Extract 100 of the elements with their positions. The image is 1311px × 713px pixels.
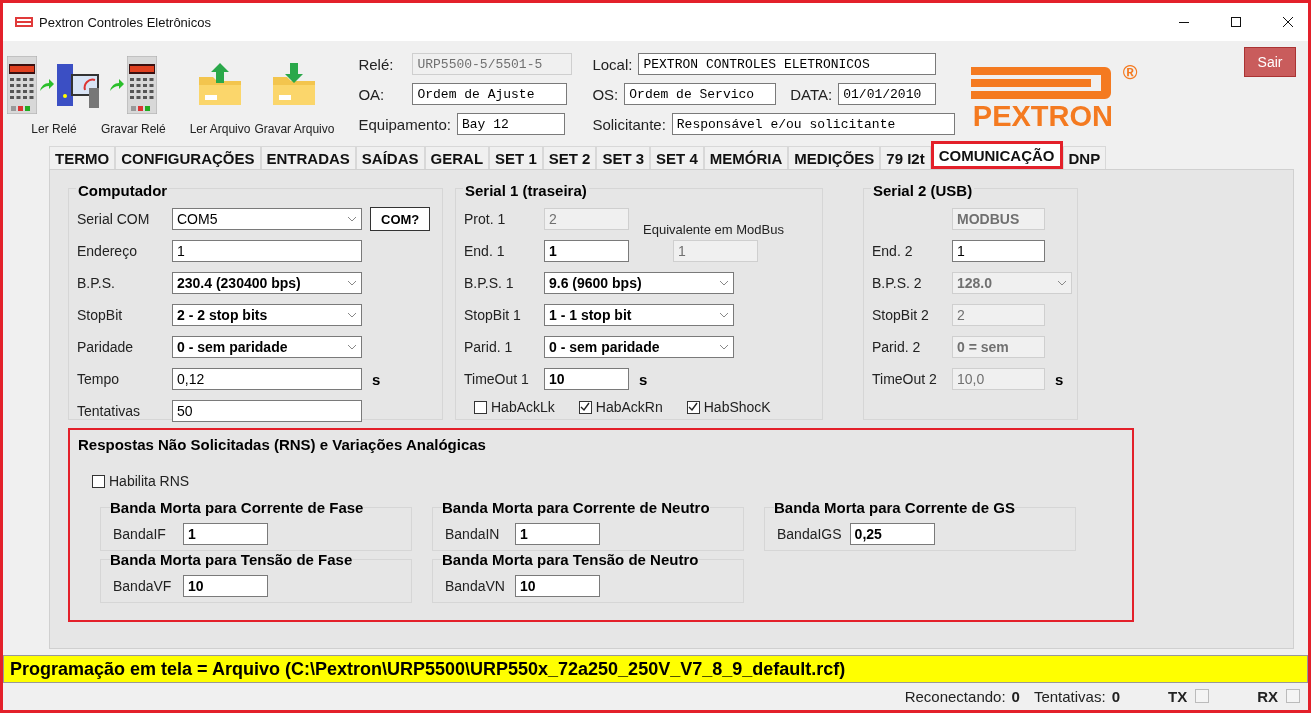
field-label: Parid. 1 [464, 339, 514, 355]
checkbox[interactable] [578, 400, 592, 414]
dropdown[interactable]: 2 - 2 stop bits [172, 304, 362, 326]
checkbox[interactable] [686, 400, 700, 414]
unit-label: s [1055, 370, 1064, 388]
text-field[interactable]: Bay 12 [457, 113, 565, 135]
field-label: Local: [592, 55, 633, 73]
text-field[interactable]: 1 [544, 240, 629, 262]
text-field[interactable]: Ordem de Servico [624, 83, 777, 105]
dropdown[interactable]: 1 - 1 stop bit [544, 304, 734, 326]
maximize-icon[interactable] [1230, 16, 1242, 28]
field-label: Paridade [77, 339, 135, 355]
chevron-down-icon [1057, 280, 1067, 286]
group-title: Banda Morta para Corrente de Neutro [442, 499, 710, 516]
text-field[interactable]: 10 [183, 575, 268, 597]
text-field[interactable]: 01/01/2010 [838, 83, 937, 105]
toolbar-button[interactable]: Ler Arquivo [189, 48, 251, 136]
field-label: B.P.S. 1 [464, 275, 515, 291]
checkbox-label: Habilita RNS [109, 473, 190, 489]
tab[interactable]: SET 3 [596, 146, 651, 169]
dropdown[interactable]: 0 - sem paridade [172, 336, 362, 358]
field-label: Prot. 1 [464, 211, 507, 227]
com-button[interactable]: COM? [370, 207, 431, 231]
field-label: OA: [358, 85, 386, 103]
field-label: Endereço [77, 243, 138, 259]
text-field[interactable]: PEXTRON CONTROLES ELETRONICOS [638, 53, 937, 75]
folder-upload-icon [197, 63, 244, 107]
close-icon[interactable] [1282, 16, 1294, 28]
tab[interactable]: SET 1 [489, 146, 543, 169]
text-field[interactable]: Ordem de Ajuste [412, 83, 568, 105]
chevron-down-icon [719, 344, 729, 350]
status-message: Programação em tela = Arquivo (C:\Pextron\URP5500\URP550x_72a250_250V_V7_8_9_default.rcf) [3, 655, 1308, 683]
company-logo: ® PEXTRON [969, 61, 1139, 131]
field-label: End. 1 [464, 243, 506, 259]
field-label: OS: [592, 85, 619, 103]
field-label: TimeOut 1 [464, 371, 530, 387]
field-label: BandaVF [113, 578, 173, 594]
checkbox-label: HabAckRn [595, 399, 663, 415]
dropdown[interactable]: COM5 [172, 208, 362, 230]
group-title: Banda Morta para Tensão de Fase [110, 551, 353, 568]
dropdown[interactable]: 9.6 (9600 bps) [544, 272, 734, 294]
chevron-down-icon [347, 312, 357, 318]
relay-device-icon [127, 56, 158, 114]
chevron-down-icon [347, 280, 357, 286]
text-field[interactable]: 10 [515, 575, 600, 597]
field-label: StopBit [77, 307, 124, 323]
tab[interactable]: CONFIGURAÇÕES [115, 146, 261, 169]
checkbox[interactable] [92, 474, 105, 488]
tab[interactable]: SAÍDAS [355, 146, 425, 169]
status-value: 0 [1111, 687, 1120, 705]
dropdown[interactable]: 230.4 (230400 bps) [172, 272, 362, 294]
text-field[interactable]: 0,12 [172, 368, 362, 390]
field-label: Parid. 2 [872, 339, 922, 355]
text-field[interactable]: 1 [952, 240, 1045, 262]
chevron-down-icon [719, 280, 729, 286]
folder-download-icon [271, 63, 318, 107]
tab[interactable]: COMUNICAÇÃO [930, 141, 1063, 169]
field-label: BandaVN [445, 578, 506, 594]
chevron-down-icon [347, 216, 357, 222]
text-field[interactable]: Responsável e/ou solicitante [671, 113, 955, 135]
field-label: B.P.S. [77, 275, 116, 291]
indicator-label: RX [1257, 687, 1278, 705]
arrow-icon [109, 78, 126, 92]
text-field[interactable]: 50 [172, 400, 362, 422]
tab[interactable]: SET 2 [542, 146, 597, 169]
checkbox[interactable] [474, 400, 487, 414]
text-field[interactable]: 0,25 [849, 523, 935, 545]
tab[interactable]: MEMÓRIA [703, 146, 789, 169]
tab[interactable]: TERMO [49, 146, 116, 169]
tab[interactable]: 79 I2t [880, 146, 931, 169]
status-label: Tentativas: [1033, 687, 1106, 705]
field-label: BandaIF [113, 526, 167, 542]
field-label: B.P.S. 2 [872, 275, 923, 291]
field-label: DATA: [790, 85, 833, 103]
group-title: Banda Morta para Corrente de GS [774, 499, 1015, 516]
dropdown[interactable]: 0 - sem paridade [544, 336, 734, 358]
field-label: TimeOut 2 [872, 371, 938, 387]
exit-button[interactable]: Sair [1244, 47, 1296, 77]
text-field[interactable]: 1 [515, 523, 600, 545]
field-label: Serial COM [77, 211, 151, 227]
group-title: Serial 2 (USB) [871, 182, 975, 199]
field-note: Equivalente em ModBus [643, 221, 784, 237]
field-label: End. 2 [872, 243, 914, 259]
text-field[interactable]: 10 [544, 368, 629, 390]
tab[interactable]: ENTRADAS [260, 146, 356, 169]
status-label: Reconectando: [904, 687, 1006, 705]
checkbox-label: HabAckLk [491, 399, 555, 415]
arrow-icon [39, 78, 55, 92]
tab[interactable]: DNP [1062, 146, 1107, 169]
relay-device-icon [7, 56, 37, 114]
text-field[interactable]: 1 [172, 240, 362, 262]
toolbar-button[interactable]: Gravar Relé [101, 48, 166, 136]
toolbar-button[interactable]: Gravar Arquivo [254, 48, 335, 136]
field-label: Tentativas [77, 403, 142, 419]
tab[interactable]: MEDIÇÕES [788, 146, 881, 169]
window-title: Pextron Controles Eletrônicos [39, 14, 211, 30]
tab[interactable]: GERAL [424, 146, 490, 169]
text-field[interactable]: 1 [183, 523, 268, 545]
toolbar-button[interactable]: Ler Relé [7, 48, 101, 136]
tab[interactable]: SET 4 [650, 146, 704, 169]
